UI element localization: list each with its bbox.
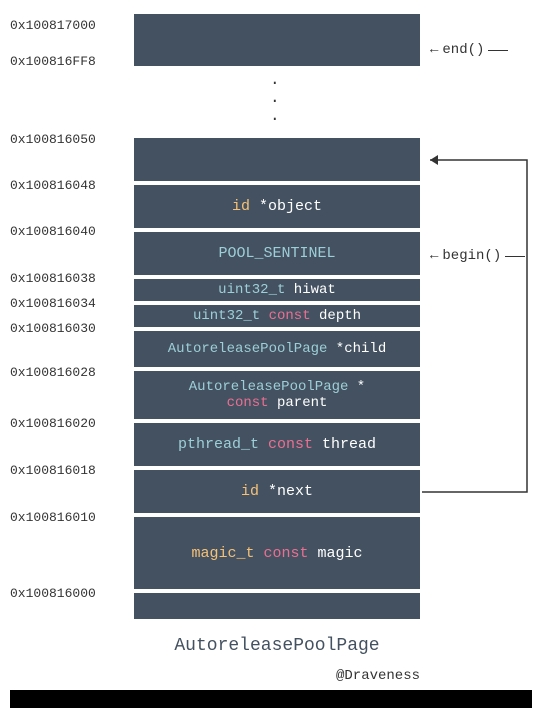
child-type: AutoreleasePoolPage [168, 341, 328, 357]
cell-hiwat: uint32_t hiwat [132, 277, 422, 303]
magic-const: const [254, 545, 308, 562]
label-end: ← end() [430, 42, 508, 58]
addr-030: 0x100816030 [10, 321, 132, 336]
arrow-icon: ← [430, 42, 438, 58]
parent-name: parent [269, 395, 328, 411]
dot: · [270, 110, 282, 128]
attribution: @Draveness [336, 668, 420, 684]
addr-028: 0x100816028 [10, 365, 132, 380]
cell-bottom-empty [132, 591, 422, 621]
depth-name: depth [311, 308, 361, 324]
cell-thread: pthread_t const thread [132, 421, 422, 468]
addr-048: 0x100816048 [10, 178, 132, 193]
addr-038: 0x100816038 [10, 271, 132, 286]
end-text: end() [442, 42, 484, 58]
cell-child: AutoreleasePoolPage *child [132, 329, 422, 369]
parent-type: AutoreleasePoolPage [189, 379, 349, 395]
title: AutoreleasePoolPage [132, 628, 422, 664]
addr-040: 0x100816040 [10, 224, 132, 239]
begin-text: begin() [442, 248, 501, 264]
arrow-icon: ← [430, 248, 438, 264]
addr-034: 0x100816034 [10, 296, 132, 311]
hiwat-name: hiwat [285, 282, 335, 298]
parent-star: * [348, 379, 365, 395]
addr-000: 0x100816000 [10, 586, 132, 601]
cell-next: id *next [132, 468, 422, 515]
thread-type: pthread_t [178, 436, 259, 453]
cell-object: id *object [132, 183, 422, 230]
addr-top: 0x100817000 [10, 18, 132, 33]
addr-ff8: 0x100816FF8 [10, 54, 132, 69]
depth-type: uint32_t [193, 308, 260, 324]
parent-const: const [227, 395, 269, 411]
cell-empty-050 [132, 136, 422, 183]
type-id: id [232, 198, 250, 215]
next-pointer-arrow [422, 150, 537, 500]
cell-parent: AutoreleasePoolPage * const parent [132, 369, 422, 421]
hiwat-type: uint32_t [218, 282, 285, 298]
object-name: *object [250, 198, 322, 215]
cell-depth: uint32_t const depth [132, 303, 422, 329]
magic-type: magic_t [191, 545, 254, 562]
next-name: *next [259, 483, 313, 500]
line-icon [488, 50, 508, 51]
next-id: id [241, 483, 259, 500]
black-bar [10, 690, 532, 708]
child-name: *child [327, 341, 386, 357]
depth-const: const [260, 308, 310, 324]
dot: · [270, 92, 282, 110]
addr-020: 0x100816020 [10, 416, 132, 431]
addr-050: 0x100816050 [10, 132, 132, 147]
addr-018: 0x100816018 [10, 463, 132, 478]
sentinel-text: POOL_SENTINEL [218, 245, 335, 262]
addr-010: 0x100816010 [10, 510, 132, 525]
cell-sentinel: POOL_SENTINEL [132, 230, 422, 277]
cell-magic: magic_t const magic [132, 515, 422, 591]
label-begin: ← begin() [430, 248, 525, 264]
magic-name: magic [309, 545, 363, 562]
cell-top-empty [132, 12, 422, 68]
thread-name: thread [313, 436, 376, 453]
dot: · [270, 74, 282, 92]
thread-const: const [259, 436, 313, 453]
line-icon [505, 256, 525, 257]
